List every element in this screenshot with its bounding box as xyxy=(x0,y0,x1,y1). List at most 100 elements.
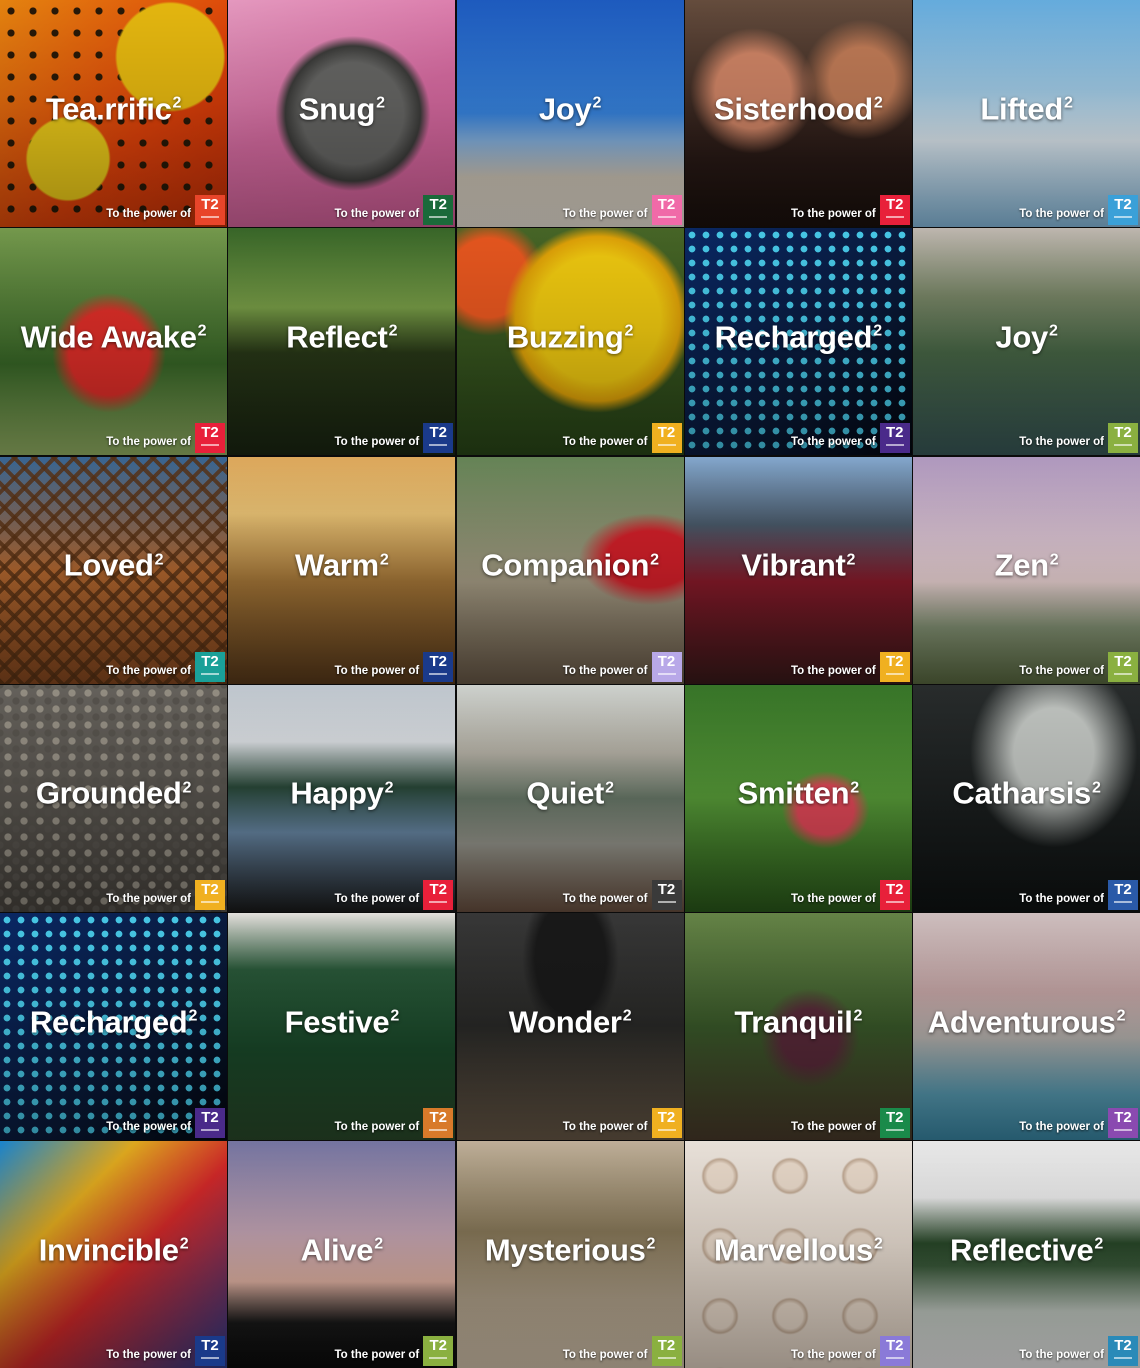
tile-tagline: To the power of xyxy=(106,1121,191,1133)
photo-tile[interactable]: Wonder2 To the power of T2 xyxy=(456,913,684,1140)
tile-tagline: To the power of xyxy=(106,208,191,220)
tile-word-text: Grounded xyxy=(35,775,182,811)
photo-tile[interactable]: Tranquil2 To the power of T2 xyxy=(684,913,912,1140)
superscript-2: 2 xyxy=(197,323,207,341)
t2-logo-text: T2 xyxy=(885,652,904,670)
superscript-2: 2 xyxy=(188,1007,198,1025)
tile-word: Joy2 xyxy=(913,319,1140,355)
t2-logo-text: T2 xyxy=(1114,424,1132,442)
tile-tagline: To the power of xyxy=(1019,664,1104,677)
tile-word-text: Recharged xyxy=(714,319,873,355)
t2-logo-badge: T2 xyxy=(195,423,225,454)
tile-tagline: To the power of xyxy=(562,1121,648,1133)
t2-logo-text: T2 xyxy=(885,1337,904,1355)
photo-tile[interactable]: Smitten2 To the power of T2 xyxy=(684,684,912,912)
tile-tagline: To the power of xyxy=(1019,436,1104,449)
photo-tile[interactable]: Joy2 To the power of T2 xyxy=(913,228,1140,456)
t2-logo-badge: T2 xyxy=(879,423,910,454)
superscript-2: 2 xyxy=(624,323,634,341)
tile-word: Companion2 xyxy=(457,548,684,584)
tile-word: Grounded2 xyxy=(0,776,227,812)
photo-tile[interactable]: Reflective2 To the power of T2 xyxy=(913,1141,1140,1368)
tile-tagline: To the power of xyxy=(334,664,420,677)
photo-tile[interactable]: Marvellous2 To the power of T2 xyxy=(684,1141,912,1368)
tile-word: Wonder2 xyxy=(457,1004,684,1040)
t2-logo-text: T2 xyxy=(201,1109,219,1126)
badge-subtext-line xyxy=(657,216,676,218)
badge-subtext-line xyxy=(1114,900,1132,903)
photo-tile[interactable]: Tea.rrific2 To the power of T2 xyxy=(0,0,227,227)
tile-tagline: To the power of xyxy=(334,892,420,905)
superscript-2: 2 xyxy=(374,1236,383,1254)
t2-logo-badge: T2 xyxy=(423,195,454,225)
t2-logo-text: T2 xyxy=(885,1109,904,1126)
photo-tile[interactable]: Mysterious2 To the power of T2 xyxy=(456,1141,684,1368)
tile-word-text: Joy xyxy=(538,91,592,127)
tile-tagline: To the power of xyxy=(790,436,876,449)
t2-logo-badge: T2 xyxy=(1108,195,1138,225)
photo-tile[interactable]: Catharsis2 To the power of T2 xyxy=(913,684,1140,912)
t2-logo-badge: T2 xyxy=(195,879,225,910)
photo-tile[interactable]: Lifted2 To the power of T2 xyxy=(913,0,1140,227)
tile-word: Adventurous2 xyxy=(913,1004,1140,1040)
t2-logo-badge: T2 xyxy=(651,1108,682,1138)
photo-tile[interactable]: Quiet2 To the power of T2 xyxy=(456,684,684,912)
t2-logo-text: T2 xyxy=(657,1337,676,1355)
photo-tile[interactable]: Buzzing2 To the power of T2 xyxy=(456,228,684,456)
poster-grid: Tea.rrific2 To the power of T2 Snug2 To the … xyxy=(0,0,1140,1368)
photo-tile[interactable]: Alive2 To the power of T2 xyxy=(228,1141,456,1368)
photo-tile[interactable]: Loved2 To the power of T2 xyxy=(0,456,227,684)
tile-word-text: Smitten xyxy=(737,775,850,811)
tile-word: Invincible2 xyxy=(0,1232,227,1268)
photo-tile[interactable]: Invincible2 To the power of T2 xyxy=(0,1141,227,1368)
t2-logo-badge: T2 xyxy=(651,195,682,225)
superscript-2: 2 xyxy=(1094,1236,1104,1254)
photo-tile[interactable]: Zen2 To the power of T2 xyxy=(913,456,1140,684)
tile-word-text: Adventurous xyxy=(927,1004,1116,1040)
tile-tagline: To the power of xyxy=(1019,1349,1104,1362)
photo-tile[interactable]: Reflect2 To the power of T2 xyxy=(228,228,456,456)
photo-tile[interactable]: Warm2 To the power of T2 xyxy=(228,456,456,684)
badge-subtext-line xyxy=(429,1357,448,1360)
superscript-2: 2 xyxy=(846,551,856,569)
photo-tile[interactable]: Snug2 To the power of T2 xyxy=(228,0,456,227)
photo-tile[interactable]: Vibrant2 To the power of T2 xyxy=(684,456,912,684)
superscript-2: 2 xyxy=(1048,323,1058,341)
t2-logo-badge: T2 xyxy=(423,1108,454,1138)
photo-tile[interactable]: Companion2 To the power of T2 xyxy=(456,456,684,684)
tile-tagline: To the power of xyxy=(1019,892,1104,905)
tile-tagline: To the power of xyxy=(334,1121,420,1133)
photo-tile[interactable]: Happy2 To the power of T2 xyxy=(228,684,456,912)
badge-subtext-line xyxy=(1114,1357,1132,1360)
badge-subtext-line xyxy=(885,900,904,903)
photo-tile[interactable]: Recharged2 To the power of T2 xyxy=(684,228,912,456)
badge-subtext-line xyxy=(885,444,904,447)
badge-subtext-line xyxy=(885,1129,904,1131)
photo-tile[interactable]: Joy2 To the power of T2 xyxy=(456,0,684,227)
tile-word-text: Buzzing xyxy=(506,319,624,355)
tile-tagline: To the power of xyxy=(334,1349,420,1362)
badge-subtext-line xyxy=(1114,672,1132,675)
photo-tile[interactable]: Festive2 To the power of T2 xyxy=(228,913,456,1140)
tile-word-text: Joy xyxy=(995,319,1048,355)
t2-logo-text: T2 xyxy=(429,1337,447,1355)
tile-word-text: Reflective xyxy=(949,1232,1094,1268)
photo-tile[interactable]: Recharged2 To the power of T2 xyxy=(0,913,227,1140)
tile-word-text: Reflect xyxy=(286,319,388,355)
tile-word: Lifted2 xyxy=(913,91,1140,127)
superscript-2: 2 xyxy=(873,323,882,341)
photo-tile[interactable]: Grounded2 To the power of T2 xyxy=(0,684,227,912)
t2-logo-badge: T2 xyxy=(195,195,225,225)
tile-word: Mysterious2 xyxy=(457,1232,684,1268)
t2-logo-text: T2 xyxy=(885,424,904,442)
badge-subtext-line xyxy=(201,216,219,218)
tile-word-text: Companion xyxy=(481,547,650,583)
tile-tagline: To the power of xyxy=(562,208,648,220)
superscript-2: 2 xyxy=(376,94,385,112)
t2-logo-badge: T2 xyxy=(423,423,454,454)
photo-tile[interactable]: Sisterhood2 To the power of T2 xyxy=(684,0,912,227)
tile-word: Vibrant2 xyxy=(685,548,912,584)
tile-tagline: To the power of xyxy=(562,664,648,677)
photo-tile[interactable]: Adventurous2 To the power of T2 xyxy=(913,913,1140,1140)
photo-tile[interactable]: Wide Awake2 To the power of T2 xyxy=(0,228,227,456)
